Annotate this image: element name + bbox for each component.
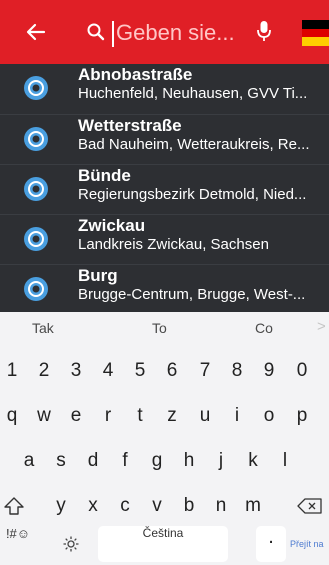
result-subtitle: Huchenfeld, Neuhausen, GVV Ti... bbox=[78, 85, 308, 102]
result-title: Burg bbox=[78, 266, 118, 285]
search-input[interactable] bbox=[116, 18, 236, 48]
text-cursor bbox=[112, 21, 114, 47]
key[interactable]: 1 bbox=[0, 353, 26, 389]
key[interactable]: 0 bbox=[288, 353, 316, 389]
search-results-list: Abnobastraße Huchenfeld, Neuhausen, GVV … bbox=[0, 64, 329, 312]
list-item[interactable]: Wetterstraße Bad Nauheim, Wetteraukreis,… bbox=[0, 114, 329, 164]
key[interactable]: p bbox=[288, 398, 316, 434]
backspace-icon[interactable] bbox=[297, 498, 323, 514]
list-item[interactable]: Abnobastraße Huchenfeld, Neuhausen, GVV … bbox=[0, 64, 329, 114]
key[interactable]: 3 bbox=[62, 353, 90, 389]
key[interactable]: w bbox=[30, 398, 58, 434]
key[interactable]: 7 bbox=[191, 353, 219, 389]
keyboard-row-bottom: !#☺ Čeština . Přejít na bbox=[0, 526, 329, 562]
search-bar bbox=[0, 0, 329, 64]
key[interactable]: s bbox=[47, 443, 75, 479]
result-subtitle: Regierungsbezirk Detmold, Nied... bbox=[78, 186, 307, 203]
location-pin-icon bbox=[24, 227, 48, 251]
go-key[interactable]: Přejít na bbox=[290, 526, 329, 562]
location-pin-icon bbox=[24, 127, 48, 151]
keyboard-row-numbers: 1 2 3 4 5 6 7 8 9 0 bbox=[0, 353, 329, 389]
symbols-key[interactable]: !#☺ bbox=[2, 526, 34, 562]
key[interactable]: r bbox=[94, 398, 122, 434]
key[interactable]: t bbox=[126, 398, 154, 434]
key[interactable]: h bbox=[175, 443, 203, 479]
key[interactable]: 9 bbox=[255, 353, 283, 389]
on-screen-keyboard: Tak To Co > 1 2 3 4 5 6 7 8 9 0 q w e r … bbox=[0, 312, 329, 565]
key[interactable]: l bbox=[271, 443, 299, 479]
result-title: Bünde bbox=[78, 166, 131, 185]
key[interactable]: v bbox=[143, 488, 171, 524]
german-flag-icon[interactable] bbox=[302, 20, 329, 46]
key[interactable]: b bbox=[175, 488, 203, 524]
key[interactable]: a bbox=[15, 443, 43, 479]
list-item[interactable]: Burg Brugge-Centrum, Brugge, West-... bbox=[0, 264, 329, 312]
suggestion-more-icon[interactable]: > bbox=[317, 318, 326, 335]
key[interactable]: 2 bbox=[30, 353, 58, 389]
key[interactable]: f bbox=[111, 443, 139, 479]
key[interactable]: 5 bbox=[126, 353, 154, 389]
location-pin-icon bbox=[24, 277, 48, 301]
keyboard-row-3: y x c v b n m bbox=[0, 488, 329, 524]
result-title: Zwickau bbox=[78, 216, 146, 235]
result-title: Wetterstraße bbox=[78, 116, 182, 135]
key[interactable]: g bbox=[143, 443, 171, 479]
list-item[interactable]: Bünde Regierungsbezirk Detmold, Nied... bbox=[0, 164, 329, 214]
key[interactable]: q bbox=[0, 398, 26, 434]
key[interactable]: k bbox=[239, 443, 267, 479]
suggestion-item[interactable]: To bbox=[152, 320, 167, 336]
result-subtitle: Landkreis Zwickau, Sachsen bbox=[78, 236, 269, 253]
shift-icon[interactable] bbox=[3, 496, 25, 516]
key[interactable]: 8 bbox=[223, 353, 251, 389]
key[interactable]: z bbox=[158, 398, 186, 434]
period-key[interactable]: . bbox=[256, 526, 286, 562]
key[interactable]: m bbox=[239, 488, 267, 524]
location-pin-icon bbox=[24, 177, 48, 201]
keyboard-row-1: q w e r t z u i o p bbox=[0, 398, 329, 434]
key[interactable]: y bbox=[47, 488, 75, 524]
key[interactable]: c bbox=[111, 488, 139, 524]
result-title: Abnobastraße bbox=[78, 65, 193, 84]
location-pin-icon bbox=[24, 76, 48, 100]
key[interactable]: d bbox=[79, 443, 107, 479]
suggestion-item[interactable]: Co bbox=[255, 320, 273, 336]
key[interactable]: u bbox=[191, 398, 219, 434]
microphone-icon[interactable] bbox=[254, 18, 274, 44]
search-icon bbox=[87, 23, 105, 41]
suggestion-item[interactable]: Tak bbox=[32, 320, 54, 336]
suggestion-bar: Tak To Co > bbox=[0, 312, 329, 345]
key[interactable]: n bbox=[207, 488, 235, 524]
space-key[interactable]: Čeština bbox=[98, 526, 228, 562]
key[interactable]: e bbox=[62, 398, 90, 434]
key[interactable]: i bbox=[223, 398, 251, 434]
result-subtitle: Brugge-Centrum, Brugge, West-... bbox=[78, 286, 306, 303]
key[interactable]: 6 bbox=[158, 353, 186, 389]
key[interactable]: 4 bbox=[94, 353, 122, 389]
key[interactable]: j bbox=[207, 443, 235, 479]
settings-gear-icon[interactable] bbox=[62, 535, 80, 553]
list-item[interactable]: Zwickau Landkreis Zwickau, Sachsen bbox=[0, 214, 329, 264]
key[interactable]: x bbox=[79, 488, 107, 524]
key[interactable]: o bbox=[255, 398, 283, 434]
back-arrow-icon[interactable] bbox=[26, 20, 46, 44]
result-subtitle: Bad Nauheim, Wetteraukreis, Re... bbox=[78, 136, 310, 153]
keyboard-row-2: a s d f g h j k l bbox=[0, 443, 329, 479]
